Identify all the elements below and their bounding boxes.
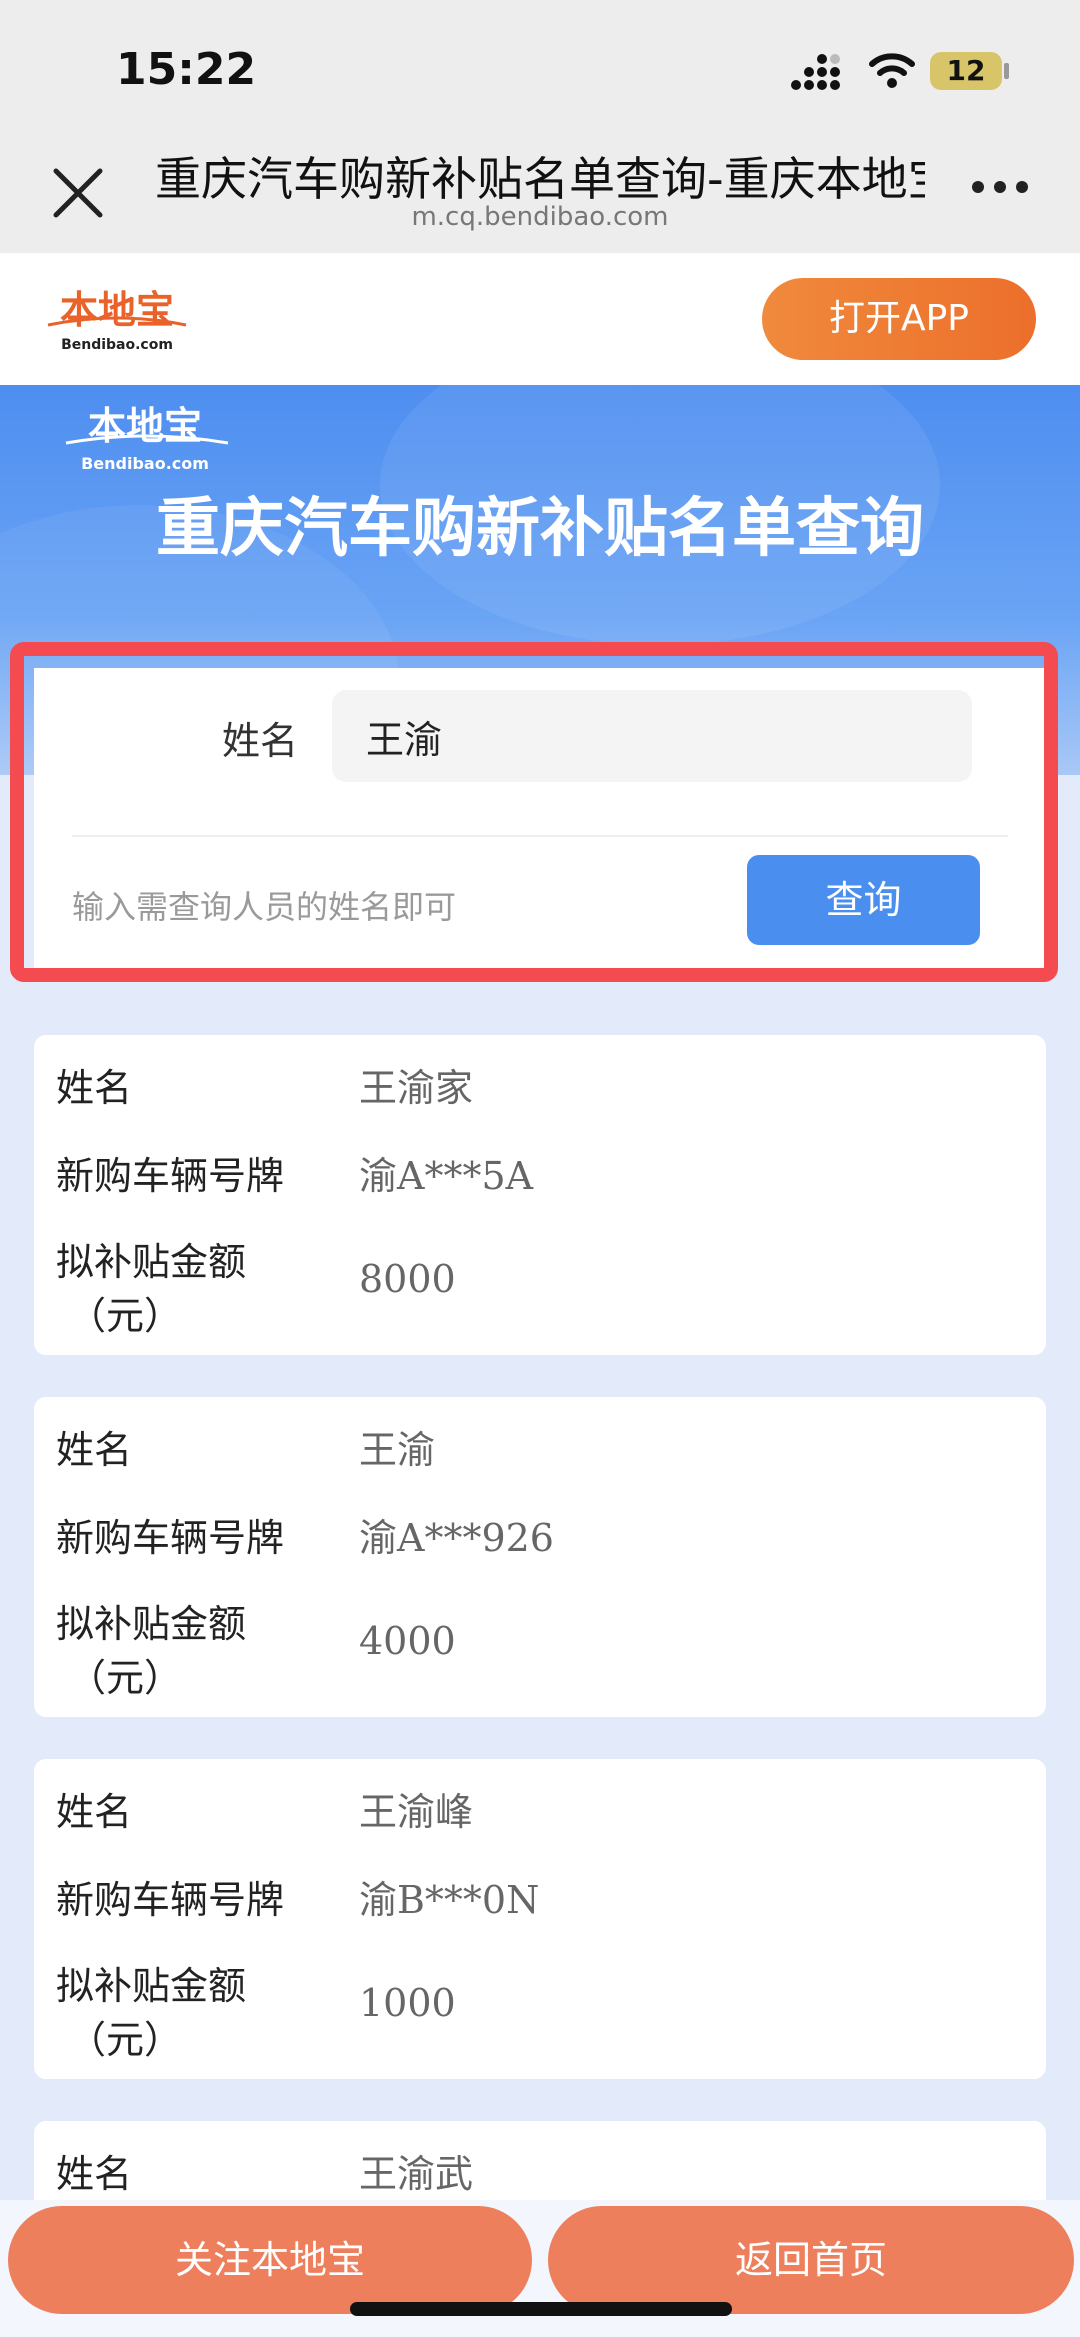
highlight-box [10, 642, 1058, 982]
name-label: 姓名 [56, 1066, 133, 1110]
name-label: 姓名 [56, 2152, 133, 2196]
name-label: 姓名 [56, 1790, 133, 1834]
amount-unit-label: （元） [68, 1294, 183, 1338]
name-value: 王渝家 [359, 1066, 474, 1110]
result-card: 姓名 王渝峰 新购车辆号牌 渝B***0N 拟补贴金额 （元） 1000 [34, 1759, 1046, 2079]
battery-icon: 12 [930, 52, 1002, 90]
name-value: 王渝武 [359, 2152, 474, 2196]
amount-unit-label: （元） [68, 2018, 183, 2062]
status-time: 15:22 [116, 44, 257, 95]
plate-value: 渝A***926 [359, 1516, 554, 1560]
plate-value: 渝A***5A [359, 1154, 534, 1198]
battery-level: 12 [946, 54, 986, 87]
banner-title: 重庆汽车购新补贴名单查询 [156, 492, 924, 566]
home-indicator [350, 2302, 732, 2316]
more-icon[interactable] [970, 175, 1030, 199]
banner-logo-subtext: Bendibao.com [81, 454, 209, 473]
result-card: 姓名 王渝 新购车辆号牌 渝A***926 拟补贴金额 （元） 4000 [34, 1397, 1046, 1717]
follow-button[interactable]: 关注本地宝 [8, 2206, 532, 2314]
open-app-button[interactable]: 打开APP [762, 278, 1036, 360]
bendibao-logo[interactable]: 本地宝 Bendibao.com [40, 281, 195, 356]
browser-url: m.cq.bendibao.com [411, 202, 669, 232]
home-button[interactable]: 返回首页 [548, 2206, 1074, 2314]
plate-label: 新购车辆号牌 [56, 1154, 285, 1198]
banner-logo: 本地宝 Bendibao.com [65, 404, 229, 473]
signal-icon [791, 54, 840, 90]
plate-label: 新购车辆号牌 [56, 1878, 285, 1922]
amount-value: 1000 [359, 1981, 456, 2025]
banner-logo-text: 本地宝 [88, 404, 202, 448]
amount-label: 拟补贴金额 [56, 1602, 247, 1646]
plate-label: 新购车辆号牌 [56, 1516, 285, 1560]
browser-page-title: 重庆汽车购新补贴名单查询-重庆本地宝 [155, 152, 925, 206]
amount-unit-label: （元） [68, 1656, 183, 1700]
amount-value: 8000 [359, 1257, 456, 1301]
logo-text: 本地宝 [60, 288, 174, 332]
amount-value: 4000 [359, 1619, 456, 1663]
name-value: 王渝 [359, 1428, 436, 1472]
name-label: 姓名 [56, 1428, 133, 1472]
wifi-icon [869, 53, 915, 88]
name-value: 王渝峰 [359, 1790, 474, 1834]
logo-subtext: Bendibao.com [61, 337, 173, 353]
amount-label: 拟补贴金额 [56, 1964, 247, 2008]
plate-value: 渝B***0N [359, 1878, 540, 1922]
battery-tip [1004, 63, 1009, 79]
result-card: 姓名 王渝家 新购车辆号牌 渝A***5A 拟补贴金额 （元） 8000 [34, 1035, 1046, 1355]
amount-label: 拟补贴金额 [56, 1240, 247, 1284]
